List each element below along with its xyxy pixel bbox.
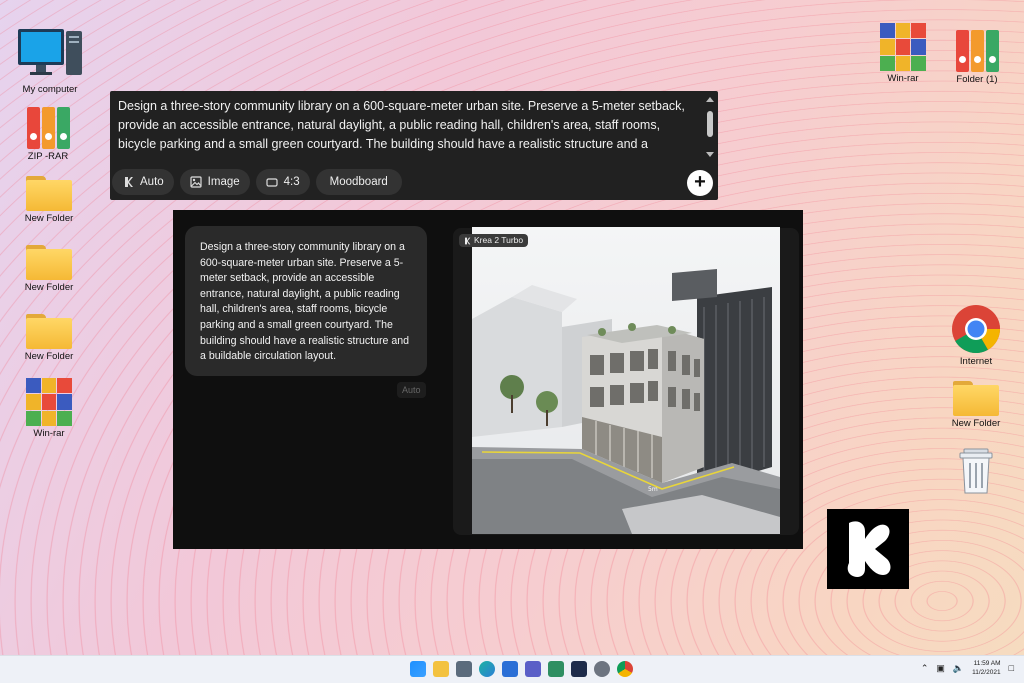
icon-label: Win-rar — [33, 428, 65, 439]
icon-label: New Folder — [24, 213, 74, 224]
desktop-icon-zip-rar[interactable]: ZIP -RAR — [16, 103, 80, 162]
icon-label: Win-rar — [887, 73, 919, 84]
taskbar: ⌃ ▣ 🔈 11:59 AM 11/2/2021 □ — [0, 655, 1024, 683]
krea-logo — [827, 509, 909, 589]
auto-model-button[interactable]: Auto — [112, 169, 174, 195]
computer-icon — [18, 26, 82, 82]
auto-label: Auto — [140, 176, 164, 188]
model-label: Krea 2 Turbo — [474, 235, 524, 245]
desktop-icon-my-computer[interactable]: My computer — [18, 26, 82, 95]
moodboard-button[interactable]: Moodboard — [315, 169, 402, 195]
folder-icon — [26, 242, 72, 280]
generation-panel: Design a three-story community library o… — [173, 210, 803, 549]
winrar-icon — [26, 378, 72, 426]
clock-time: 11:59 AM — [973, 660, 1001, 667]
windows-start-icon[interactable] — [410, 661, 426, 677]
image-button[interactable]: Image — [179, 169, 250, 195]
edge-icon[interactable] — [479, 661, 495, 677]
archive-binders-icon — [25, 103, 71, 149]
clock[interactable]: 11:59 AM 11/2/2021 — [972, 659, 1000, 677]
settings-gear-icon[interactable] — [594, 661, 610, 677]
icon-label: Folder (1) — [956, 74, 998, 85]
aspect-ratio-label: 4:3 — [283, 176, 300, 188]
folder-icon — [26, 173, 72, 211]
scroll-up-arrow-icon[interactable] — [706, 97, 714, 102]
chrome-taskbar-icon[interactable] — [617, 661, 633, 677]
desktop-icon-new-folder-right[interactable]: New Folder — [944, 378, 1008, 429]
clock-date: 11/2/2021 — [972, 669, 1001, 676]
desktop-icon-new-folder-1[interactable]: New Folder — [17, 173, 81, 224]
volume-icon[interactable]: 🔈 — [953, 663, 964, 674]
trash-icon — [956, 447, 996, 495]
desktop-icon-new-folder-3[interactable]: New Folder — [17, 311, 81, 362]
prompt-input-box[interactable]: Design a three-story community library o… — [110, 91, 718, 200]
aspect-ratio-button[interactable]: 4:3 — [255, 169, 310, 195]
desktop-icon-internet[interactable]: Internet — [944, 304, 1008, 367]
krea-small-icon — [125, 177, 133, 187]
icon-label: New Folder — [24, 351, 74, 362]
chrome-icon — [951, 304, 1001, 354]
teams-icon[interactable] — [525, 661, 541, 677]
desktop-icon-win-rar-left[interactable]: Win-rar — [17, 378, 81, 439]
folder-icon — [953, 378, 999, 416]
icon-label: Internet — [959, 356, 993, 367]
winrar-icon — [880, 23, 926, 71]
prompt-scrollbar[interactable] — [705, 95, 715, 157]
mode-tag: Auto — [397, 382, 426, 398]
aspect-ratio-icon — [266, 178, 278, 187]
icon-label: New Folder — [951, 418, 1001, 429]
image-label: Image — [207, 176, 240, 188]
submit-plus-button[interactable]: + — [687, 170, 713, 196]
store-icon[interactable] — [502, 661, 518, 677]
image-icon — [190, 176, 202, 188]
file-explorer-icon[interactable] — [433, 661, 449, 677]
scroll-down-arrow-icon[interactable] — [706, 152, 714, 157]
desktop-icon-recycle-bin[interactable] — [944, 447, 1008, 495]
maps-icon[interactable] — [548, 661, 564, 677]
model-badge: Krea 2 Turbo — [459, 234, 529, 247]
setback-dimension-label: 5m — [648, 486, 658, 493]
system-tray: ⌃ ▣ 🔈 11:59 AM 11/2/2021 □ — [921, 659, 1014, 677]
prompt-textarea[interactable]: Design a three-story community library o… — [118, 97, 698, 155]
camera-icon[interactable] — [456, 661, 472, 677]
prompt-message-bubble: Design a three-story community library o… — [185, 226, 427, 376]
desktop-icon-new-folder-2[interactable]: New Folder — [17, 242, 81, 293]
moodboard-label: Moodboard — [329, 176, 388, 188]
icon-label: New Folder — [24, 282, 74, 293]
folder-icon — [26, 311, 72, 349]
chevron-up-icon[interactable]: ⌃ — [921, 663, 929, 674]
desktop-icon-folder-1[interactable]: Folder (1) — [945, 26, 1009, 85]
scroll-thumb[interactable] — [707, 111, 713, 137]
network-icon[interactable]: ▣ — [936, 663, 945, 674]
krea-small-icon — [465, 237, 471, 244]
archive-binders-icon — [954, 26, 1000, 72]
taskbar-apps — [410, 661, 633, 677]
notifications-icon[interactable]: □ — [1009, 663, 1014, 673]
desktop-icon-win-rar-right[interactable]: Win-rar — [871, 23, 935, 84]
icon-label: My computer — [22, 84, 78, 95]
generated-image[interactable]: 5m — [472, 227, 780, 534]
krea-taskbar-icon[interactable] — [571, 661, 587, 677]
icon-label: ZIP -RAR — [27, 151, 69, 162]
prompt-toolbar: Auto Image 4:3 Moodboard — [112, 169, 402, 195]
